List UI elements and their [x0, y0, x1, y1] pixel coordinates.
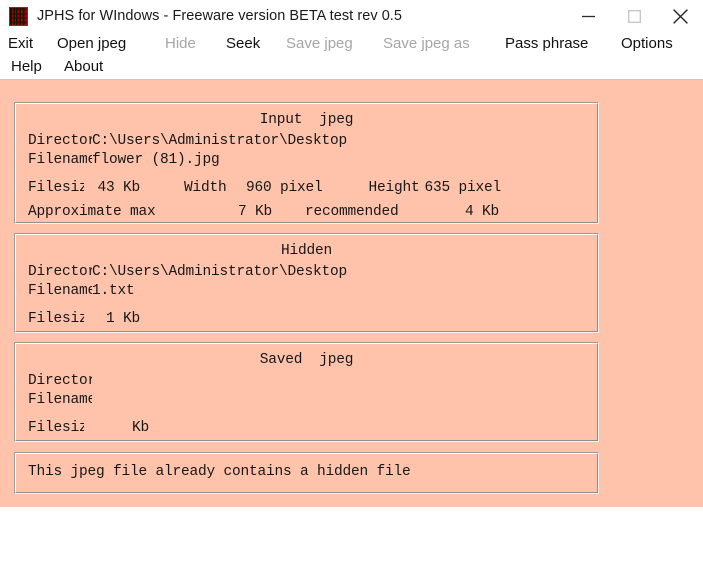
- app-noise-icon: [9, 6, 28, 26]
- input-height-label: Height: [368, 180, 420, 196]
- hidden-file-panel: Hidden DirectoryC:\Users\Administrator\D…: [14, 233, 599, 333]
- status-message: This jpeg file already contains a hidden…: [28, 464, 411, 480]
- hidden-directory-row: DirectoryC:\Users\Administrator\Desktop: [28, 264, 347, 280]
- menu-bar: Exit Open jpeg Hide Seek Save jpeg Save …: [0, 32, 703, 80]
- input-width-label: Width: [184, 180, 227, 196]
- input-directory-row: DirectoryC:\Users\Administrator\Desktop: [28, 133, 347, 149]
- input-jpeg-panel-frame: Input jpeg DirectoryC:\Users\Administrat…: [15, 103, 598, 223]
- status-panel: This jpeg file already contains a hidden…: [14, 452, 599, 494]
- saved-directory-label: Directory: [28, 373, 92, 389]
- hidden-panel-title: Hidden: [280, 243, 332, 259]
- hidden-filesize-row: Filesize 1 Kb: [28, 311, 140, 327]
- menu-item-help[interactable]: Help: [11, 55, 42, 79]
- input-directory-label: Directory: [28, 133, 92, 149]
- saved-filename-row: Filename: [28, 392, 92, 408]
- menu-item-seek[interactable]: Seek: [226, 32, 260, 56]
- menu-item-about[interactable]: About: [64, 55, 103, 79]
- input-approximate-value: 7 Kb: [237, 204, 272, 220]
- input-filesize-value: 43 Kb: [97, 180, 140, 196]
- input-filename-row: Filenameflower (81).jpg: [28, 152, 220, 168]
- input-approximate-row: Approximate max 7 Kb recommended 4 Kb: [28, 204, 499, 220]
- minimize-button[interactable]: [565, 0, 611, 32]
- input-width-value: 960 pixel: [246, 180, 323, 196]
- input-jpeg-panel: Input jpeg DirectoryC:\Users\Administrat…: [14, 102, 599, 224]
- maximize-button[interactable]: [611, 0, 657, 32]
- hidden-filesize-label: Filesize: [28, 311, 84, 327]
- hidden-filename-value: 1.txt: [92, 283, 135, 299]
- saved-jpeg-panel-title: Saved jpeg: [259, 352, 354, 368]
- saved-jpeg-panel: Saved jpeg Directory Filename Filesize Kb: [14, 342, 599, 442]
- client-area: Input jpeg DirectoryC:\Users\Administrat…: [0, 80, 618, 507]
- menu-item-save-jpeg-as: Save jpeg as: [383, 35, 470, 52]
- hidden-filesize-value: 1 Kb: [105, 311, 140, 327]
- menu-item-exit[interactable]: Exit: [8, 32, 33, 56]
- window-title: JPHS for WIndows - Freeware version BETA…: [37, 8, 403, 24]
- hidden-filename-label: Filename: [28, 283, 92, 299]
- input-height-value: 635 pixel: [424, 180, 502, 196]
- close-icon: [672, 8, 688, 24]
- hidden-file-panel-frame: Hidden DirectoryC:\Users\Administrator\D…: [15, 234, 598, 332]
- minimize-icon: [581, 15, 595, 17]
- close-button[interactable]: [657, 0, 703, 32]
- input-recommended-label: recommended: [305, 204, 399, 220]
- hidden-directory-label: Directory: [28, 264, 92, 280]
- window-controls: [565, 0, 703, 32]
- menu-row-primary: Exit Open jpeg Hide Seek Save jpeg Save …: [0, 32, 703, 56]
- title-bar: JPHS for WIndows - Freeware version BETA…: [0, 0, 703, 32]
- menu-item-pass-phrase[interactable]: Pass phrase: [505, 32, 588, 56]
- input-approximate-label: Approximate max: [28, 204, 156, 220]
- application-window: JPHS for WIndows - Freeware version BETA…: [0, 0, 703, 507]
- hidden-filename-row: Filename1.txt: [28, 283, 135, 299]
- input-size-dimensions-row: Filesize 43 Kb Width 960 pixel Height635 pix…: [28, 180, 501, 196]
- saved-filesize-row: Filesize Kb: [28, 420, 149, 436]
- menu-item-hide: Hide: [165, 35, 196, 52]
- menu-item-open-jpeg[interactable]: Open jpeg: [57, 32, 126, 56]
- input-filename-label: Filename: [28, 152, 92, 168]
- saved-filesize-label: Filesize: [28, 420, 84, 436]
- input-filesize-label: Filesize: [28, 180, 84, 196]
- status-panel-frame: This jpeg file already contains a hidden…: [15, 453, 598, 493]
- menu-item-save-jpeg: Save jpeg: [286, 35, 353, 52]
- menu-row-secondary: Help About: [0, 55, 703, 79]
- input-recommended-value: 4 Kb: [464, 204, 499, 220]
- input-filename-value: flower (81).jpg: [92, 152, 220, 168]
- saved-directory-row: Directory: [28, 373, 92, 389]
- saved-filename-label: Filename: [28, 392, 92, 408]
- saved-jpeg-panel-frame: Saved jpeg Directory Filename Filesize Kb: [15, 343, 598, 441]
- menu-item-options[interactable]: Options: [621, 32, 673, 56]
- input-jpeg-panel-title: Input jpeg: [259, 112, 354, 128]
- hidden-directory-value: C:\Users\Administrator\Desktop: [92, 264, 348, 280]
- maximize-icon: [627, 9, 641, 23]
- saved-filesize-unit: Kb: [132, 420, 150, 436]
- input-directory-value: C:\Users\Administrator\Desktop: [92, 133, 348, 149]
